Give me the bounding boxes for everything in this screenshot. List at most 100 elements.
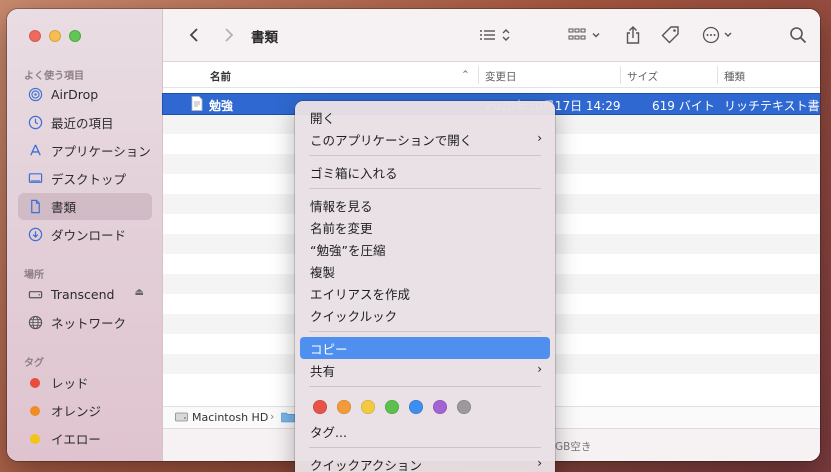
path-item-disk[interactable]: Macintosh HD [192, 411, 268, 424]
column-divider[interactable] [478, 66, 479, 84]
zoom-window-button[interactable] [69, 30, 81, 42]
tag-button[interactable] [660, 23, 682, 47]
menu-item-label: ゴミ箱に入れる [310, 165, 398, 181]
menu-item-label: 共有 [310, 363, 336, 379]
menu-item-label: 名前を変更 [310, 220, 373, 236]
view-mode-list-button[interactable] [477, 23, 515, 47]
close-window-button[interactable] [29, 30, 41, 42]
sidebar-item-downloads[interactable]: ダウンロード [18, 221, 152, 248]
tag-color-red[interactable] [313, 400, 327, 414]
rtf-file-icon [191, 96, 203, 114]
sidebar-item-label: レッド [51, 376, 89, 391]
tag-color-icon [30, 433, 40, 444]
sidebar-item-label: ダウンロード [51, 228, 127, 243]
column-modified[interactable]: 変更日 [485, 69, 517, 84]
chevron-right-icon: › [537, 362, 542, 376]
menu-item-tags[interactable]: タグ... [300, 420, 550, 442]
folder-icon[interactable] [281, 411, 295, 426]
sidebar-section-tags: タグ [24, 358, 44, 369]
menu-item-label: “勉強”を圧縮 [310, 242, 386, 258]
menu-separator [309, 188, 541, 189]
menu-item-share[interactable]: 共有 › [300, 359, 550, 381]
menu-item-move-to-trash[interactable]: ゴミ箱に入れる [300, 161, 550, 183]
menu-item-get-info[interactable]: 情報を見る [300, 194, 550, 216]
download-icon [28, 227, 43, 242]
minimize-window-button[interactable] [49, 30, 61, 42]
list-view-icon [480, 29, 510, 41]
menu-item-rename[interactable]: 名前を変更 [300, 216, 550, 238]
share-button[interactable] [623, 23, 643, 47]
menu-item-label: タグ... [310, 424, 347, 440]
sidebar-item-label: Transcend [51, 287, 115, 302]
search-icon [790, 27, 807, 44]
sidebar-item-applications[interactable]: アプリケーション [18, 137, 152, 164]
tag-color-icon [30, 377, 40, 388]
sidebar-item-label: 最近の項目 [51, 116, 114, 131]
context-menu: 開く このアプリケーションで開く › ゴミ箱に入れる 情報を見る 名前を変更 “勉… [295, 101, 555, 472]
sidebar-item-tag-orange[interactable]: オレンジ [18, 397, 152, 424]
menu-item-copy[interactable]: コピー [300, 337, 550, 359]
sidebar-item-label: オレンジ [51, 404, 102, 419]
sidebar-section-locations: 場所 [24, 270, 44, 281]
menu-item-label: このアプリケーションで開く [310, 132, 473, 148]
sidebar-item-airdrop[interactable]: AirDrop [18, 81, 152, 108]
menu-item-open[interactable]: 開く [300, 106, 550, 128]
tag-color-green[interactable] [385, 400, 399, 414]
action-menu-button[interactable] [701, 23, 739, 47]
tag-color-yellow[interactable] [361, 400, 375, 414]
eject-icon[interactable]: ⏏ [135, 287, 144, 298]
sidebar-item-desktop[interactable]: デスクトップ [18, 165, 152, 192]
tag-color-blue[interactable] [409, 400, 423, 414]
sidebar-item-label: アプリケーション [51, 144, 151, 159]
search-button[interactable] [787, 23, 809, 47]
group-button[interactable] [567, 23, 605, 47]
column-name[interactable]: 名前 [210, 69, 231, 84]
menu-item-quick-look[interactable]: クイックルック [300, 304, 550, 326]
menu-separator [309, 331, 541, 332]
file-size: 619 バイト [652, 99, 715, 113]
sidebar-item-transcend[interactable]: Transcend ⏏ [18, 281, 152, 308]
menu-item-label: 情報を見る [310, 198, 373, 214]
menu-item-open-with[interactable]: このアプリケーションで開く › [300, 128, 550, 150]
sidebar-item-documents[interactable]: 書類 [18, 193, 152, 220]
sidebar: よく使う項目 AirDrop 最近の項目 アプリケーション デスクトップ 書類 … [7, 9, 163, 461]
sidebar-item-network[interactable]: ネットワーク [18, 309, 152, 336]
tag-color-purple[interactable] [433, 400, 447, 414]
globe-icon [28, 315, 43, 330]
tag-color-orange[interactable] [337, 400, 351, 414]
menu-item-make-alias[interactable]: エイリアスを作成 [300, 282, 550, 304]
column-kind[interactable]: 種類 [724, 69, 745, 84]
tag-icon [661, 26, 679, 44]
applications-icon [28, 143, 43, 158]
menu-item-compress[interactable]: “勉強”を圧縮 [300, 238, 550, 260]
menu-item-label: コピー [310, 341, 348, 357]
sidebar-item-recents[interactable]: 最近の項目 [18, 109, 152, 136]
sidebar-section-favorites: よく使う項目 [24, 71, 84, 82]
chevron-right-icon [225, 28, 234, 42]
window-controls [29, 30, 81, 42]
sort-chevron-icon[interactable]: ⌃ [461, 69, 470, 81]
menu-separator [309, 386, 541, 387]
airdrop-icon [28, 87, 43, 102]
tag-color-gray[interactable] [457, 400, 471, 414]
sidebar-item-label: AirDrop [51, 87, 99, 102]
window-title: 書類 [251, 30, 278, 46]
sidebar-item-tag-yellow[interactable]: イエロー [18, 425, 152, 452]
file-kind: リッチテキスト書類 [724, 99, 820, 113]
document-icon [28, 199, 43, 214]
menu-item-duplicate[interactable]: 複製 [300, 260, 550, 282]
path-separator: › [270, 410, 275, 423]
drive-icon [28, 287, 43, 302]
forward-button[interactable] [218, 23, 240, 47]
menu-item-label: クイックアクション [310, 457, 422, 472]
menu-item-label: 開く [310, 110, 336, 126]
column-header: 名前 ⌃ 変更日 サイズ 種類 [163, 62, 820, 88]
back-button[interactable] [183, 23, 205, 47]
sidebar-item-tag-red[interactable]: レッド [18, 369, 152, 396]
column-divider[interactable] [717, 66, 718, 84]
desktop-icon [28, 171, 43, 186]
menu-item-label: エイリアスを作成 [310, 286, 411, 302]
menu-item-quick-actions[interactable]: クイックアクション › [300, 453, 550, 472]
column-divider[interactable] [620, 66, 621, 84]
column-size[interactable]: サイズ [627, 69, 658, 84]
